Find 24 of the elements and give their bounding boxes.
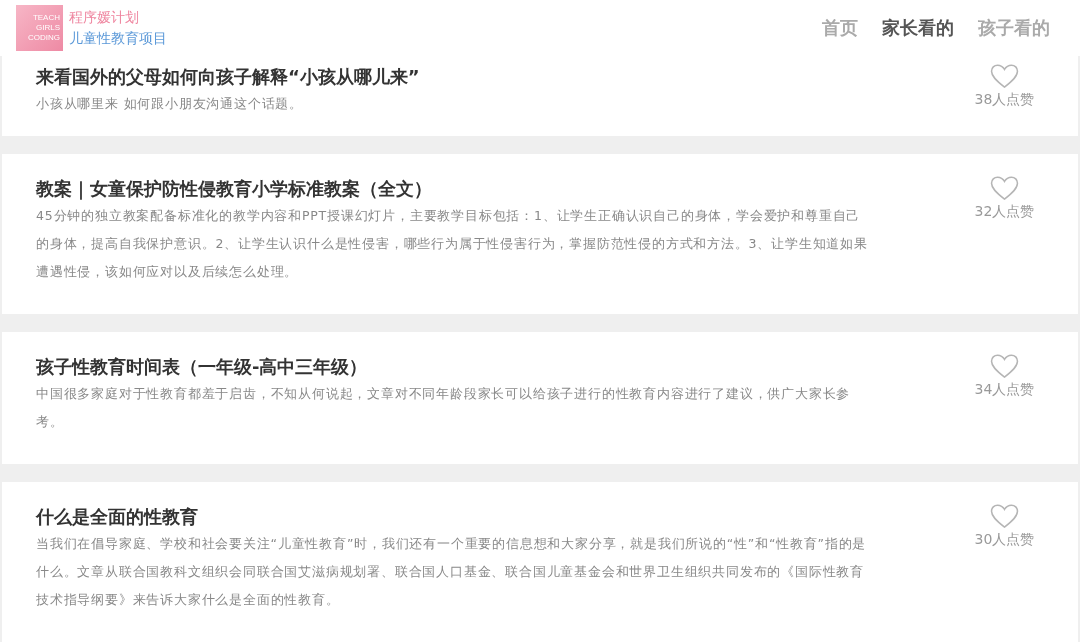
- article-summary: 当我们在倡导家庭、学校和社会要关注“儿童性教育”时，我们还有一个重要的信息想和大家分享，就是我们所说的“性”和“性教育”指的是什么。文章从联合国教科文组织会同联合国艾滋病规划署、联合国人口基金、联合国儿童基金会和世界卫生组织共同发布的《国际性教育技术指导纲要》来告诉大家什么是全面的性教育。: [36, 535, 868, 609]
- heart-icon[interactable]: [990, 176, 1019, 201]
- article-card[interactable]: 来看国外的父母如何向孩子解释“小孩从哪儿来” 小孩从哪里来 如何跟小朋友沟通这个话题。 38人点赞: [2, 56, 1078, 136]
- article-title[interactable]: 孩子性教育时间表（一年级-高中三年级）: [36, 354, 871, 380]
- nav-link[interactable]: 家长看的: [882, 16, 954, 40]
- like-count: 38人点赞: [974, 91, 1035, 109]
- heart-icon[interactable]: [990, 64, 1019, 89]
- article-title[interactable]: 来看国外的父母如何向孩子解释“小孩从哪儿来”: [36, 64, 871, 90]
- article-title[interactable]: 教案｜女童保护防性侵教育小学标准教案（全文）: [36, 176, 871, 202]
- article-title[interactable]: 什么是全面的性教育: [36, 504, 871, 530]
- logo: TEACH GIRLS CODING: [16, 5, 63, 51]
- article-summary: 中国很多家庭对于性教育都羞于启齿，不知从何说起，文章对不同年龄段家长可以给孩子进行的性教育内容进行了建议，供广大家长参考。: [36, 385, 852, 431]
- like-count: 32人点赞: [974, 203, 1035, 221]
- like-count: 34人点赞: [974, 381, 1035, 399]
- article-summary: 小孩从哪里来 如何跟小朋友沟通这个话题。: [36, 95, 304, 113]
- site-subtitle: 儿童性教育项目: [69, 29, 167, 48]
- article-summary: 45分钟的独立教案配备标准化的教学内容和PPT授课幻灯片，主要教学目标包括：1、让学生正确认识自己的身体，学会爱护和尊重自己的身体，提高自我保护意识。2、让学生认识什么是性侵害，哪些行为属于性侵害行为，掌握防范性侵的方式和方法。3、让学生知道如果遭遇性侵，该如何应对以及后续怎么处理。: [36, 207, 869, 281]
- heart-icon[interactable]: [990, 354, 1019, 379]
- like-count: 30人点赞: [974, 531, 1035, 549]
- site-title: 程序媛计划: [69, 8, 140, 27]
- heart-icon[interactable]: [990, 504, 1019, 529]
- article-card[interactable]: 孩子性教育时间表（一年级-高中三年级） 中国很多家庭对于性教育都羞于启齿，不知从何说起，文章对不同年龄段家长可以给孩子进行的性教育内容进行了建议，供广大家长参考。 34人点赞: [2, 332, 1078, 464]
- article-card[interactable]: 教案｜女童保护防性侵教育小学标准教案（全文） 45分钟的独立教案配备标准化的教学内容和PPT授课幻灯片，主要教学目标包括：1、让学生正确认识自己的身体，学会爱护和尊重自己的身体，提高自我保护意识。2、让学生认识什么是性侵害，哪些行为属于性侵害行为，掌握防范性侵的方式和方法。3、让学生知道如果遭遇性侵，该如何应对以及后续怎么处理。 32人点赞: [2, 154, 1078, 314]
- article-card[interactable]: 什么是全面的性教育 当我们在倡导家庭、学校和社会要关注“儿童性教育”时，我们还有一个重要的信息想和大家分享，就是我们所说的“性”和“性教育”指的是什么。文章从联合国教科文组织会同联合国艾滋病规划署、联合国人口基金、联合国儿童基金会和世界卫生组织共同发布的《国际性教育技术指导纲要》来告诉大家什么是全面的性教育。 30人点赞: [2, 482, 1078, 642]
